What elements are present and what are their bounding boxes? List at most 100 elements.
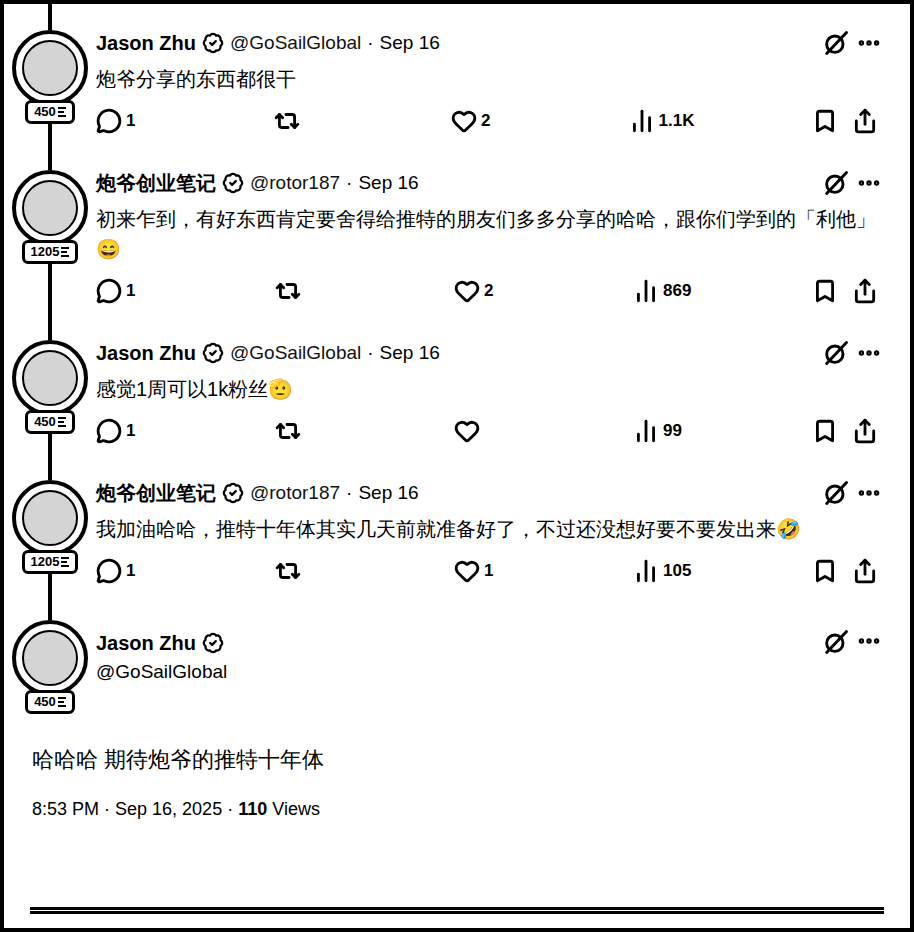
more-icon[interactable] (856, 170, 882, 196)
verified-icon (222, 482, 244, 504)
like-icon (454, 278, 480, 304)
like[interactable]: 1 (454, 558, 514, 584)
views[interactable]: 105 (633, 558, 693, 584)
views[interactable]: 869 (633, 278, 693, 304)
bookmark-icon[interactable] (812, 278, 838, 304)
reply[interactable]: 1 (96, 418, 156, 444)
separator: · (346, 479, 352, 508)
thread-post[interactable]: 1205 炮爷创业笔记 @rotor187·Sep 16 我加油哈哈，推特十年体其实几… (4, 454, 910, 594)
separator: · (346, 169, 352, 198)
like-count: 2 (484, 278, 493, 304)
more-icon[interactable] (856, 480, 882, 506)
badge-bars-icon (58, 107, 66, 117)
avatar[interactable] (12, 480, 88, 556)
reply[interactable]: 1 (96, 278, 156, 304)
post-time[interactable]: Sep 16 (380, 29, 440, 58)
avatar[interactable] (12, 340, 88, 416)
reply-icon (96, 278, 122, 304)
thread-post[interactable]: 450Jason Zhu@GoSailGlobal·Sep 16炮爷分享的东西都… (4, 4, 910, 144)
author-name[interactable]: Jason Zhu (96, 28, 196, 58)
author-name[interactable]: 炮爷创业笔记 (96, 168, 216, 198)
bookmark-icon[interactable] (812, 418, 838, 444)
avatar-photo (22, 350, 78, 406)
badge-bars-icon (61, 247, 69, 257)
bookmark-icon[interactable] (812, 108, 838, 134)
views-label: Views (272, 796, 320, 823)
badge-text: 1205 (31, 244, 60, 260)
retweet-icon (275, 418, 301, 444)
more-icon[interactable] (856, 340, 882, 366)
badge-text: 450 (34, 694, 56, 710)
like-count: 2 (481, 108, 490, 134)
retweet[interactable] (274, 108, 334, 134)
views[interactable]: 99 (633, 418, 693, 444)
avatar[interactable] (12, 170, 88, 246)
more-icon[interactable] (856, 30, 882, 56)
retweet[interactable] (275, 558, 335, 584)
reply[interactable]: 1 (96, 108, 156, 134)
avatar[interactable] (12, 620, 88, 696)
author-name[interactable]: 炮爷创业笔记 (96, 478, 216, 508)
author-handle[interactable]: @rotor187 (250, 169, 340, 198)
avatar-column: 450 (4, 314, 96, 454)
reply[interactable]: 1 (96, 558, 156, 584)
like-icon (454, 418, 480, 444)
grok-icon[interactable] (822, 169, 850, 197)
author-handle[interactable]: @GoSailGlobal (230, 339, 361, 368)
grok-icon[interactable] (822, 479, 850, 507)
focal-post: 450Jason Zhu@GoSailGlobal哈哈哈 期待炮爷的推特十年体8… (4, 594, 910, 928)
views[interactable]: 1.1K (629, 108, 695, 134)
share-icon[interactable] (852, 418, 878, 444)
author-handle[interactable]: @GoSailGlobal (96, 658, 227, 687)
action-bar: 1 99 (96, 418, 882, 444)
view-count: 110 (238, 796, 267, 823)
share-icon[interactable] (852, 558, 878, 584)
author-handle[interactable]: @rotor187 (250, 479, 340, 508)
retweet[interactable] (275, 418, 335, 444)
action-bar: 1 2 869 (96, 278, 882, 304)
post-time[interactable]: 8:53 PM (32, 796, 99, 823)
thread-line (48, 594, 52, 620)
post-time[interactable]: Sep 16 (358, 479, 418, 508)
thread-line (48, 264, 52, 314)
thread-line (48, 574, 52, 594)
grok-icon[interactable] (822, 628, 850, 656)
grok-icon[interactable] (822, 339, 850, 367)
post-text: 我加油哈哈，推特十年体其实几天前就准备好了，不过还没想好要不要发出来🤣 (96, 514, 882, 544)
reply-icon (96, 558, 122, 584)
author-handle[interactable]: @GoSailGlobal (230, 29, 361, 58)
level-badge: 1205 (22, 240, 79, 264)
like-icon (451, 108, 477, 134)
verified-icon (222, 172, 244, 194)
author-name[interactable]: Jason Zhu (96, 628, 196, 658)
badge-text: 450 (34, 104, 56, 120)
post-time[interactable]: Sep 16 (358, 169, 418, 198)
verified-icon (202, 342, 224, 364)
thread-post[interactable]: 450Jason Zhu@GoSailGlobal·Sep 16感觉1周可以1k… (4, 314, 910, 454)
retweet[interactable] (275, 278, 335, 304)
grok-icon[interactable] (822, 29, 850, 57)
share-icon[interactable] (852, 278, 878, 304)
thread-line (48, 144, 52, 170)
bookmark-icon[interactable] (812, 558, 838, 584)
retweet-icon (274, 108, 300, 134)
views-count: 105 (663, 558, 691, 584)
author-name[interactable]: Jason Zhu (96, 338, 196, 368)
post-date[interactable]: Sep 16, 2025 (115, 796, 222, 823)
post-header: Jason Zhu@GoSailGlobal·Sep 16 (96, 338, 882, 368)
thread-post[interactable]: 1205 炮爷创业笔记 @rotor187·Sep 16 初来乍到，有好东西肯定要舍得… (4, 144, 910, 314)
post-time[interactable]: Sep 16 (380, 339, 440, 368)
post-text: 初来乍到，有好东西肯定要舍得给推特的朋友们多多分享的哈哈，跟你们学到的「利他」😄 (96, 204, 882, 264)
level-badge: 1205 (22, 550, 79, 574)
like[interactable] (454, 418, 514, 444)
reply-count: 1 (126, 278, 135, 304)
more-icon[interactable] (856, 628, 882, 654)
like[interactable]: 2 (454, 278, 514, 304)
like[interactable]: 2 (451, 108, 511, 134)
post-header: Jason Zhu@GoSailGlobal·Sep 16 (96, 28, 882, 58)
separator: · (227, 796, 233, 823)
avatar[interactable] (12, 30, 88, 106)
share-icon[interactable] (852, 108, 878, 134)
level-badge: 450 (25, 690, 75, 714)
avatar-photo (22, 630, 78, 686)
